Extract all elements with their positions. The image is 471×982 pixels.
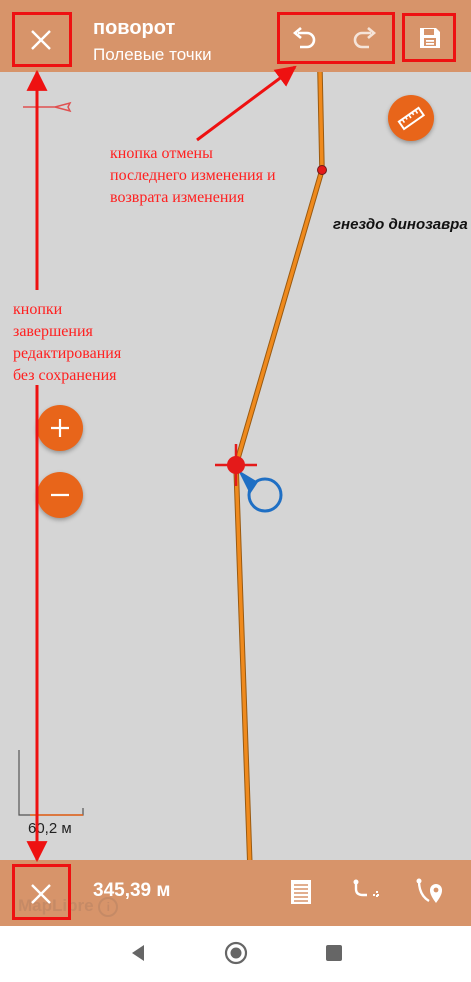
system-navigation-bar (0, 926, 471, 982)
location-marker (238, 470, 283, 513)
highlight-save (402, 13, 456, 62)
route-point-icon (416, 878, 442, 903)
home-icon[interactable] (224, 941, 248, 965)
ruler-icon (397, 106, 425, 131)
zoom-out-button[interactable] (37, 472, 83, 518)
zoom-in-button[interactable] (37, 405, 83, 451)
minus-icon (51, 493, 69, 497)
annotation-undo-redo: кнопка отмены последнего изменения и воз… (110, 145, 276, 206)
compass-marker (23, 101, 72, 113)
map-place-label: гнездо динозавра (333, 216, 468, 233)
add-point-button[interactable] (348, 874, 384, 910)
route-vertex (317, 165, 327, 175)
back-icon[interactable] (128, 943, 148, 963)
highlight-close-top (12, 12, 72, 67)
add-point-icon (353, 879, 381, 899)
plus-icon (51, 419, 69, 437)
scale-label: 60,2 м (28, 820, 72, 837)
annotation-exit: кнопки завершения редактирования без сох… (13, 301, 122, 384)
distance-readout: 345,39 м (93, 880, 171, 901)
highlight-close-bottom (12, 864, 71, 920)
ruler-button[interactable] (388, 95, 434, 141)
recents-icon[interactable] (325, 944, 343, 962)
page-subtitle: Полевые точки (93, 45, 212, 64)
scale-bar (18, 750, 84, 816)
highlight-undo-redo (277, 12, 395, 64)
route-point-button[interactable] (412, 874, 448, 910)
page-title: поворот (93, 17, 176, 39)
list-button[interactable] (283, 874, 319, 910)
list-icon (291, 880, 311, 904)
